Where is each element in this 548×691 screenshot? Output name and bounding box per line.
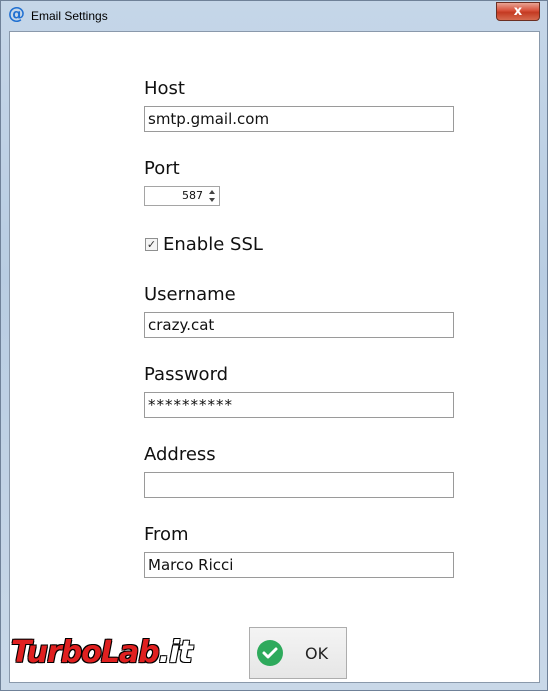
password-input[interactable]: ********** xyxy=(144,392,454,418)
address-label: Address xyxy=(144,444,216,465)
spin-up-icon[interactable] xyxy=(209,190,215,194)
close-button[interactable]: x xyxy=(496,2,540,21)
port-label: Port xyxy=(144,158,180,179)
spinner-arrows[interactable] xyxy=(206,188,218,204)
watermark-suffix: .it xyxy=(158,635,193,670)
port-spinner[interactable]: 587 xyxy=(144,186,220,206)
at-sign-icon: @ xyxy=(8,4,25,24)
enable-ssl-label[interactable]: Enable SSL xyxy=(163,234,263,255)
checkmark-icon xyxy=(257,640,283,666)
from-label: From xyxy=(144,524,189,545)
host-input[interactable]: smtp.gmail.com xyxy=(144,106,454,132)
username-input[interactable]: crazy.cat xyxy=(144,312,454,338)
title-bar[interactable]: @ Email Settings x xyxy=(1,1,547,31)
email-settings-window: @ Email Settings x Host smtp.gmail.com P… xyxy=(0,0,548,691)
close-icon: x xyxy=(513,4,523,19)
dialog-body: Host smtp.gmail.com Port 587 ✓ Enable SS… xyxy=(9,31,540,683)
address-input[interactable] xyxy=(144,472,454,498)
spin-down-icon[interactable] xyxy=(209,198,215,202)
watermark-text: TurboLab xyxy=(11,635,160,670)
host-label: Host xyxy=(144,78,185,99)
window-title: Email Settings xyxy=(31,9,108,23)
ok-button[interactable]: OK xyxy=(249,627,347,679)
turbolab-watermark: TurboLab.it xyxy=(11,635,193,670)
ok-label: OK xyxy=(305,644,329,663)
username-label: Username xyxy=(144,284,236,305)
port-value[interactable]: 587 xyxy=(182,189,203,202)
from-input[interactable]: Marco Ricci xyxy=(144,552,454,578)
password-label: Password xyxy=(144,364,229,385)
enable-ssl-checkbox[interactable]: ✓ xyxy=(145,238,158,251)
